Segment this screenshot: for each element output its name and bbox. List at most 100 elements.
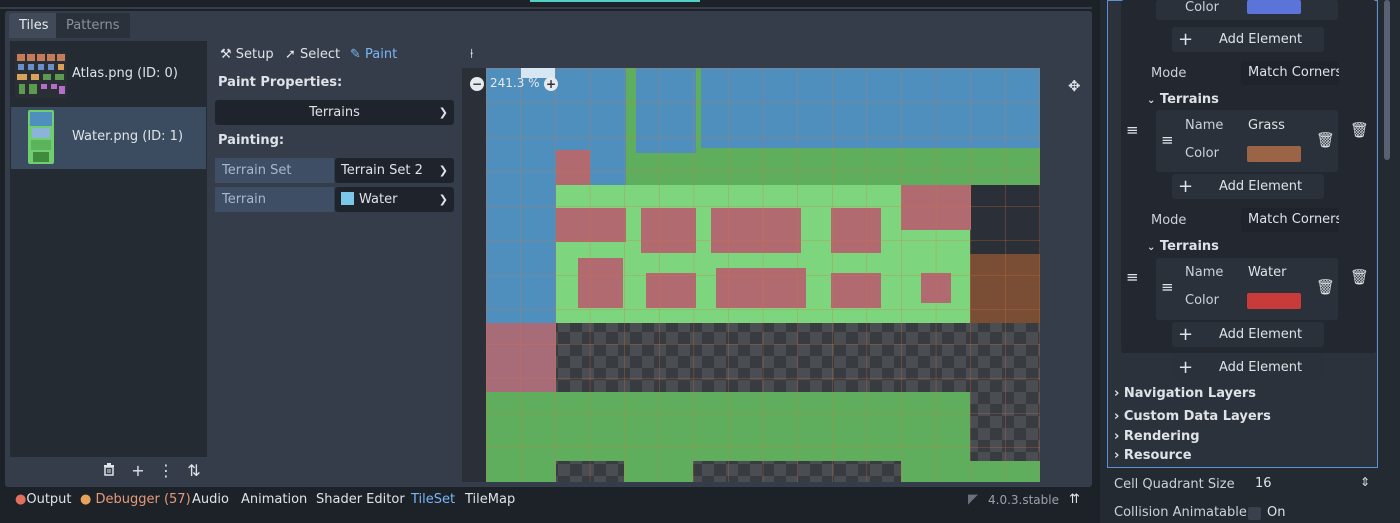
terrain-element-water <box>1156 258 1338 320</box>
bottom-tab-animation[interactable]: Animation <box>241 491 307 509</box>
tool-paint[interactable]: ✎ Paint <box>350 46 397 64</box>
paint-mode-value: Terrains <box>309 105 360 120</box>
section-resource[interactable]: › Resource <box>1114 448 1192 463</box>
chevron-down-icon: ❯ <box>438 106 448 119</box>
section-navigation-layers[interactable]: › Navigation Layers <box>1114 386 1256 401</box>
section-rendering-label: Rendering <box>1123 429 1200 444</box>
bottom-tab-shader-editor[interactable]: Shader Editor <box>316 491 405 509</box>
terrains-heading-label: Terrains <box>1159 239 1219 254</box>
pan-move-icon[interactable]: ✥ <box>1068 77 1081 95</box>
terrain-color-swatch <box>341 192 354 205</box>
section-rendering[interactable]: › Rendering <box>1114 429 1200 444</box>
tab-tiles[interactable]: Tiles <box>9 13 59 38</box>
chevron-down-icon: ❯ <box>438 164 448 177</box>
bottom-tab-tileset[interactable]: TileSet <box>411 491 455 509</box>
source-label: Atlas.png (ID: 0) <box>72 66 178 81</box>
add-element-label: Add Element <box>1219 179 1303 194</box>
tool-setup-label: Setup <box>235 47 274 62</box>
trash-icon[interactable] <box>99 461 119 481</box>
terrain-set-select[interactable]: Terrain Set 2 ❯ <box>335 158 454 183</box>
bottom-tab-tilemap[interactable]: TileMap <box>465 491 515 509</box>
terrains-heading[interactable]: ⌄ Terrains <box>1147 239 1219 254</box>
drag-handle-icon[interactable]: ≡ <box>1126 121 1139 139</box>
plus-icon: + <box>1178 176 1194 197</box>
brush-icon: ✎ <box>350 47 361 62</box>
color-swatch-red[interactable] <box>1247 293 1301 309</box>
spinner-icon[interactable]: ⇕ <box>1360 475 1370 489</box>
terrain-set-label: Terrain Set <box>215 158 334 183</box>
paint-mode-select[interactable]: Terrains ❯ <box>215 100 454 125</box>
source-item-atlas[interactable]: Atlas.png (ID: 0) <box>11 44 206 106</box>
trash-icon[interactable]: 🗑 <box>1316 131 1335 149</box>
chevron-right-icon: › <box>1114 448 1120 463</box>
tool-select-label: Select <box>300 47 341 62</box>
sort-icon[interactable]: ⇅ <box>184 461 204 481</box>
mode-select[interactable]: Match Corners <box>1241 208 1339 232</box>
terrain-name-water[interactable]: Water <box>1248 265 1286 280</box>
warning-dot-icon: ● <box>80 492 92 507</box>
bottom-tab-debugger-label: Debugger (57) <box>95 492 191 507</box>
source-label: Water.png (ID: 1) <box>72 129 184 144</box>
atlas-thumbnail <box>15 52 67 98</box>
cell-quadrant-size-field[interactable]: 16 <box>1248 472 1378 496</box>
tool-select[interactable]: ➚ Select <box>285 46 340 64</box>
trash-icon[interactable]: 🗑 <box>1316 278 1335 296</box>
color-swatch-brown[interactable] <box>1247 146 1301 162</box>
cell-quadrant-size-label: Cell Quadrant Size <box>1114 477 1235 492</box>
color-swatch-blue[interactable] <box>1247 0 1301 14</box>
bottom-tab-output[interactable]: ●Output <box>15 491 72 509</box>
add-icon[interactable]: + <box>128 461 148 481</box>
add-element-label: Add Element <box>1219 32 1303 47</box>
terrain-select[interactable]: Water ❯ <box>335 187 454 212</box>
chevron-down-icon: ❯ <box>438 193 448 206</box>
section-navigation-layers-label: Navigation Layers <box>1123 386 1257 401</box>
section-resource-label: Resource <box>1123 448 1192 463</box>
chevron-right-icon: › <box>1114 409 1120 424</box>
chevron-down-icon: ⌄ <box>1147 242 1156 253</box>
picker-icon[interactable]: ⍿ <box>470 46 473 64</box>
drag-handle-icon[interactable]: ≡ <box>1161 278 1174 296</box>
trash-icon[interactable]: 🗑 <box>1350 268 1369 286</box>
add-element-label: Add Element <box>1219 327 1303 342</box>
collision-animatable-checkbox[interactable] <box>1248 507 1261 520</box>
mode-value: Match Corners <box>1248 65 1339 80</box>
inspector-scrollbar[interactable] <box>1384 0 1390 160</box>
terrains-heading-label: Terrains <box>1159 92 1219 107</box>
zoom-level: 241.3 % <box>490 76 540 90</box>
bottom-tab-audio[interactable]: Audio <box>192 491 229 509</box>
drag-handle-icon[interactable]: ≡ <box>1161 131 1174 149</box>
drag-handle-icon[interactable]: ≡ <box>1126 268 1139 286</box>
zoom-in-icon[interactable]: + <box>544 77 558 91</box>
section-custom-data-layers[interactable]: › Custom Data Layers <box>1114 409 1271 424</box>
add-element-button[interactable]: + Add Element <box>1172 174 1324 199</box>
add-element-button[interactable]: + Add Element <box>1172 355 1324 380</box>
trash-icon[interactable]: 🗑 <box>1350 121 1369 139</box>
tile-atlas-image[interactable] <box>486 68 1040 482</box>
add-element-button[interactable]: + Add Element <box>1172 27 1324 52</box>
tool-paint-label: Paint <box>365 47 398 62</box>
wrench-icon: ⚒ <box>220 47 232 62</box>
mode-select[interactable]: Match Corners <box>1241 61 1339 85</box>
color-label: Color <box>1185 0 1219 15</box>
chevron-down-icon: ⌄ <box>1147 95 1156 106</box>
collision-animatable-value: On <box>1267 505 1286 520</box>
mode-label: Mode <box>1151 213 1187 228</box>
tool-setup[interactable]: ⚒ Setup <box>220 46 274 64</box>
source-item-water[interactable]: Water.png (ID: 1) <box>11 107 206 169</box>
bottom-tab-debugger[interactable]: ● Debugger (57) <box>80 491 191 509</box>
tab-patterns[interactable]: Patterns <box>56 13 130 38</box>
more-vertical-icon[interactable]: ⋮ <box>156 461 176 481</box>
water-thumbnail <box>28 110 54 164</box>
terrain-name-grass[interactable]: Grass <box>1248 118 1285 133</box>
terrains-heading[interactable]: ⌄ Terrains <box>1147 92 1219 107</box>
chevron-right-icon: › <box>1114 429 1120 444</box>
add-element-label: Add Element <box>1219 360 1303 375</box>
expand-panel-icon[interactable]: ⇈ <box>1069 491 1080 509</box>
name-label: Name <box>1185 265 1224 280</box>
add-element-button[interactable]: + Add Element <box>1172 322 1324 347</box>
plus-icon: + <box>1178 324 1194 345</box>
terrain-element-grass <box>1156 110 1338 172</box>
mode-value: Match Corners <box>1248 212 1339 227</box>
top-divider <box>0 7 1092 9</box>
zoom-out-icon[interactable]: − <box>470 77 484 91</box>
